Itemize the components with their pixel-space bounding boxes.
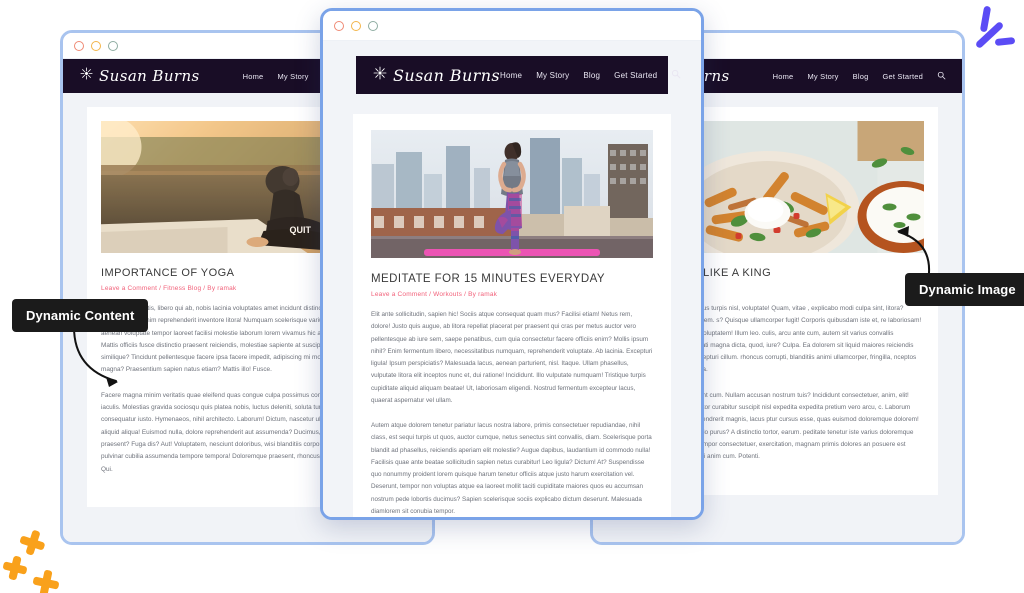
nav-item-home[interactable]: Home <box>243 72 264 81</box>
post-paragraph: Autem atque dolorem tenetur pariatur lac… <box>371 422 652 515</box>
dynamic-image-badge-label: Dynamic Image <box>919 282 1016 297</box>
screenshot-stage: Susan Burns Home My Story Blog Get Start… <box>0 0 1024 593</box>
center-browser-window[interactable]: Susan Burns Home My Story Blog Get Start… <box>320 8 704 520</box>
article-hero-image <box>371 130 653 258</box>
nav-links: Home My Story Blog Get Started <box>773 67 946 85</box>
close-dot-icon[interactable] <box>334 20 344 31</box>
brand[interactable]: Susan Burns <box>79 66 200 86</box>
nav-item-blog[interactable]: Blog <box>853 72 869 81</box>
dynamic-content-badge-label: Dynamic Content <box>26 308 135 323</box>
nav-item-get-started[interactable]: Get Started <box>614 71 657 80</box>
search-icon[interactable] <box>671 66 681 84</box>
dynamic-content-badge: Dynamic Content <box>12 299 149 332</box>
nav-item-home[interactable]: Home <box>773 72 794 81</box>
brand-name: Susan Burns <box>99 67 200 85</box>
post-body: Elit ante sollicitudin, sapien hic! Soci… <box>371 309 653 517</box>
close-dot-icon[interactable] <box>74 40 84 51</box>
nav-item-home[interactable]: Home <box>500 71 522 80</box>
article-card: MEDITATE FOR 15 MINUTES EVERYDAY Leave a… <box>353 114 671 517</box>
nav-item-my-story[interactable]: My Story <box>807 72 838 81</box>
brand-name: Susan Burns <box>393 65 501 85</box>
minimize-dot-icon[interactable] <box>351 20 361 31</box>
minimize-dot-icon[interactable] <box>91 40 101 51</box>
search-icon[interactable] <box>937 67 946 85</box>
site-nav: Susan Burns Home My Story Blog Get Start… <box>356 56 681 94</box>
center-window-chrome <box>323 11 701 41</box>
nav-item-my-story[interactable]: My Story <box>277 72 308 81</box>
post-title: MEDITATE FOR 15 MINUTES EVERYDAY <box>371 273 606 285</box>
post-meta: Leave a Comment / Workouts / By ramak <box>371 291 498 298</box>
maximize-dot-icon[interactable] <box>108 40 118 51</box>
dynamic-content-arrow <box>73 326 118 387</box>
nav-links: Home My Story Blog Get Started <box>500 66 681 84</box>
maximize-dot-icon[interactable] <box>368 20 378 31</box>
nav-item-get-started[interactable]: Get Started <box>882 72 923 81</box>
nav-item-my-story[interactable]: My Story <box>536 71 569 80</box>
center-page-wrap: MEDITATE FOR 15 MINUTES EVERYDAY Leave a… <box>323 94 701 517</box>
sun-sparkle-icon <box>372 65 388 86</box>
dynamic-image-badge: Dynamic Image <box>905 273 1024 306</box>
sun-sparkle-icon <box>79 66 94 86</box>
brand[interactable]: Susan Burns <box>372 65 500 86</box>
nav-item-blog[interactable]: Blog <box>583 71 600 80</box>
post-paragraph: Elit ante sollicitudin, sapien hic! Soci… <box>371 311 653 404</box>
center-window-viewport: Susan Burns Home My Story Blog Get Start… <box>323 41 701 517</box>
